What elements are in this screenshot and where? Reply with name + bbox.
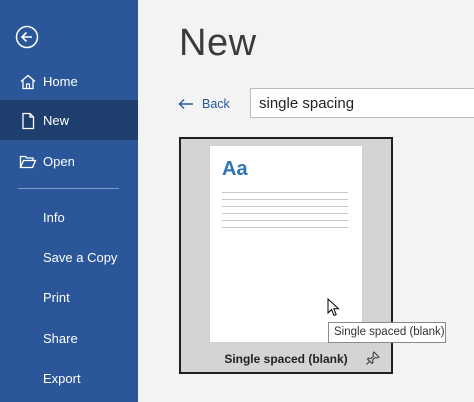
- thumbnail-line: [222, 192, 348, 193]
- thumbnail-line: [222, 213, 348, 214]
- sidebar-item-export[interactable]: Export: [0, 358, 138, 398]
- mouse-cursor-icon: [327, 297, 341, 318]
- sidebar-item-open[interactable]: Open: [0, 141, 138, 181]
- sidebar-item-label: Print: [43, 289, 70, 305]
- sidebar-item-label: Share: [43, 330, 78, 346]
- pin-icon[interactable]: [366, 351, 380, 365]
- arrow-left-icon: [178, 99, 193, 109]
- thumbnail-line: [222, 220, 348, 221]
- template-tooltip: Single spaced (blank): [328, 322, 446, 343]
- sidebar-item-label: Info: [43, 209, 65, 225]
- sidebar-item-label: New: [43, 112, 70, 128]
- search-input[interactable]: [250, 88, 474, 118]
- sidebar-item-label: Home: [43, 73, 78, 89]
- sidebar-item-save-a-copy[interactable]: Save a Copy: [0, 237, 138, 277]
- back-button[interactable]: Back: [178, 94, 230, 114]
- template-caption: Single spaced (blank): [224, 352, 348, 366]
- sidebar-item-print[interactable]: Print: [0, 277, 138, 317]
- sidebar-item-share[interactable]: Share: [0, 318, 138, 358]
- home-icon: [19, 73, 37, 91]
- back-label: Back: [202, 97, 230, 111]
- sidebar-item-label: Save a Copy: [43, 249, 118, 265]
- sidebar-item-new[interactable]: New: [0, 100, 138, 140]
- page-title: New: [179, 22, 257, 64]
- sidebar-item-home[interactable]: Home: [0, 61, 138, 101]
- document-icon: [19, 112, 37, 130]
- sidebar-item-info[interactable]: Info: [0, 197, 138, 237]
- thumbnail-line: [222, 199, 348, 200]
- back-arrow-icon[interactable]: [15, 25, 39, 49]
- thumbnail-line: [222, 206, 348, 207]
- folder-open-icon: [19, 153, 37, 171]
- template-thumbnail-text: Aa: [222, 158, 248, 180]
- sidebar: Home New Open Info Save a Copy Print Sha…: [0, 0, 138, 402]
- sidebar-item-label: Export: [43, 370, 81, 386]
- thumbnail-line: [222, 227, 348, 228]
- sidebar-divider: [18, 188, 119, 189]
- sidebar-item-label: Open: [43, 153, 75, 169]
